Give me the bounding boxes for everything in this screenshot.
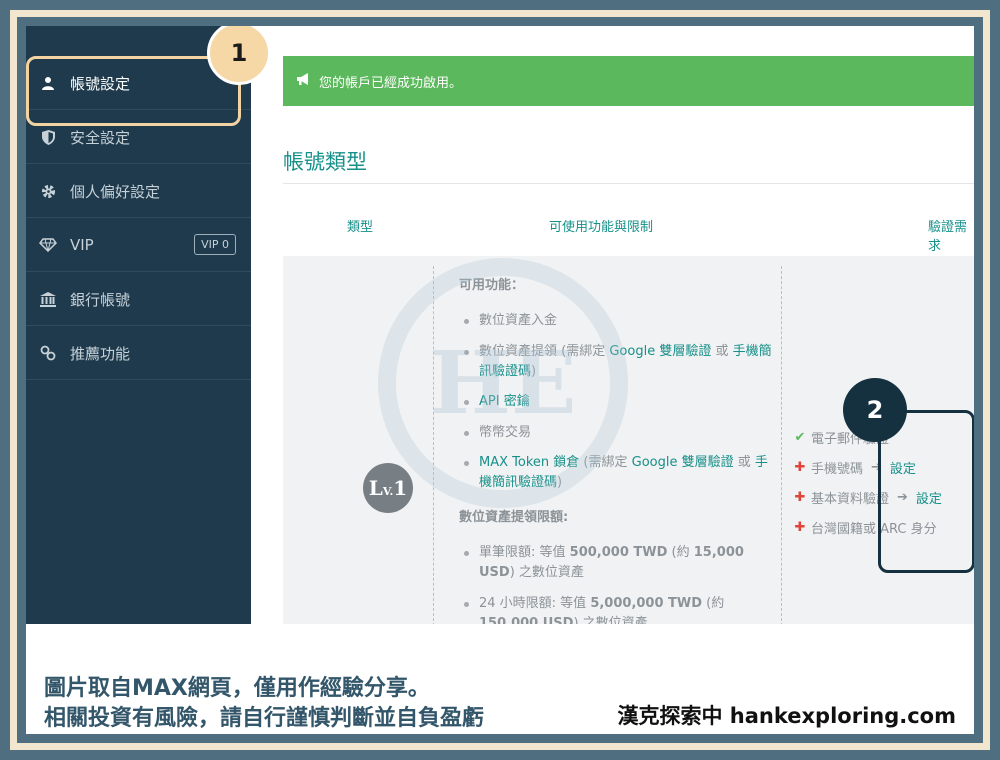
caption-line-2: 相關投資有風險，請自行謹慎判斷並自負盈虧: [44, 706, 485, 731]
limit-item: 單筆限額: 等值 500,000 TWD (約 15,000 USD) 之數位資…: [479, 545, 744, 580]
diamond-icon: [38, 235, 58, 255]
divider: [283, 183, 974, 184]
sidebar-item-label: 安全設定: [70, 128, 131, 147]
watermark-logo: HE: [378, 258, 628, 508]
plus-icon: ✚: [794, 460, 806, 475]
level-1-badge: L V. 1: [363, 463, 413, 513]
sidebar-item-preferences[interactable]: 個人偏好設定: [26, 165, 251, 218]
callout-box-1: [26, 56, 241, 126]
sidebar-item-vip[interactable]: VIP VIP 0: [26, 219, 251, 272]
bullet: [464, 602, 469, 607]
shield-icon: [38, 127, 58, 147]
column-separator: [781, 266, 782, 624]
column-header-features: 可使用功能與限制: [549, 220, 654, 235]
sidebar-item-label: 個人偏好設定: [70, 182, 161, 201]
vip-level-badge: VIP 0: [194, 234, 236, 255]
sidebar-item-label: 銀行帳號: [70, 290, 131, 309]
plus-icon: ✚: [794, 520, 806, 535]
plus-icon: ✚: [794, 490, 806, 505]
google-2fa-link[interactable]: Google 雙層驗證: [632, 455, 734, 470]
success-alert: 您的帳戶已經成功啟用。: [283, 56, 974, 106]
sidebar-item-bank-account[interactable]: 銀行帳號: [26, 273, 251, 326]
megaphone-icon: [297, 73, 311, 89]
sidebar-item-referral[interactable]: 推薦功能: [26, 327, 251, 380]
gear-icon: [38, 181, 58, 201]
caption-line-1: 圖片取自MAX網頁，僅用作經驗分享。: [44, 676, 430, 701]
link-icon: [38, 343, 58, 363]
limit-item: 24 小時限額: 等值 5,000,000 TWD (約 150,000 USD…: [479, 596, 725, 624]
bank-icon: [38, 289, 58, 309]
screenshot-area: 帳號設定 安全設定 個人偏好設定 VIP VIP 0 銀行帳號 推薦功能 您的帳…: [26, 26, 974, 624]
column-header-verify: 驗證需求: [928, 220, 968, 254]
bullet: [464, 551, 469, 556]
brand-text: 漢克探索中 hankexploring.com: [617, 704, 956, 728]
callout-badge-2: 2: [843, 378, 907, 442]
alert-text: 您的帳戶已經成功啟用。: [319, 75, 463, 91]
check-icon: ✔: [794, 430, 806, 445]
page-title: 帳號類型: [283, 150, 367, 174]
limits-heading: 數位資產提領限額:: [459, 510, 569, 525]
column-header-type: 類型: [347, 220, 374, 235]
sidebar-item-label: 推薦功能: [70, 344, 131, 363]
sidebar-item-label: VIP: [70, 236, 94, 254]
caption-area: 圖片取自MAX網頁，僅用作經驗分享。 相關投資有風險，請自行謹慎判斷並自負盈虧 …: [26, 624, 974, 734]
